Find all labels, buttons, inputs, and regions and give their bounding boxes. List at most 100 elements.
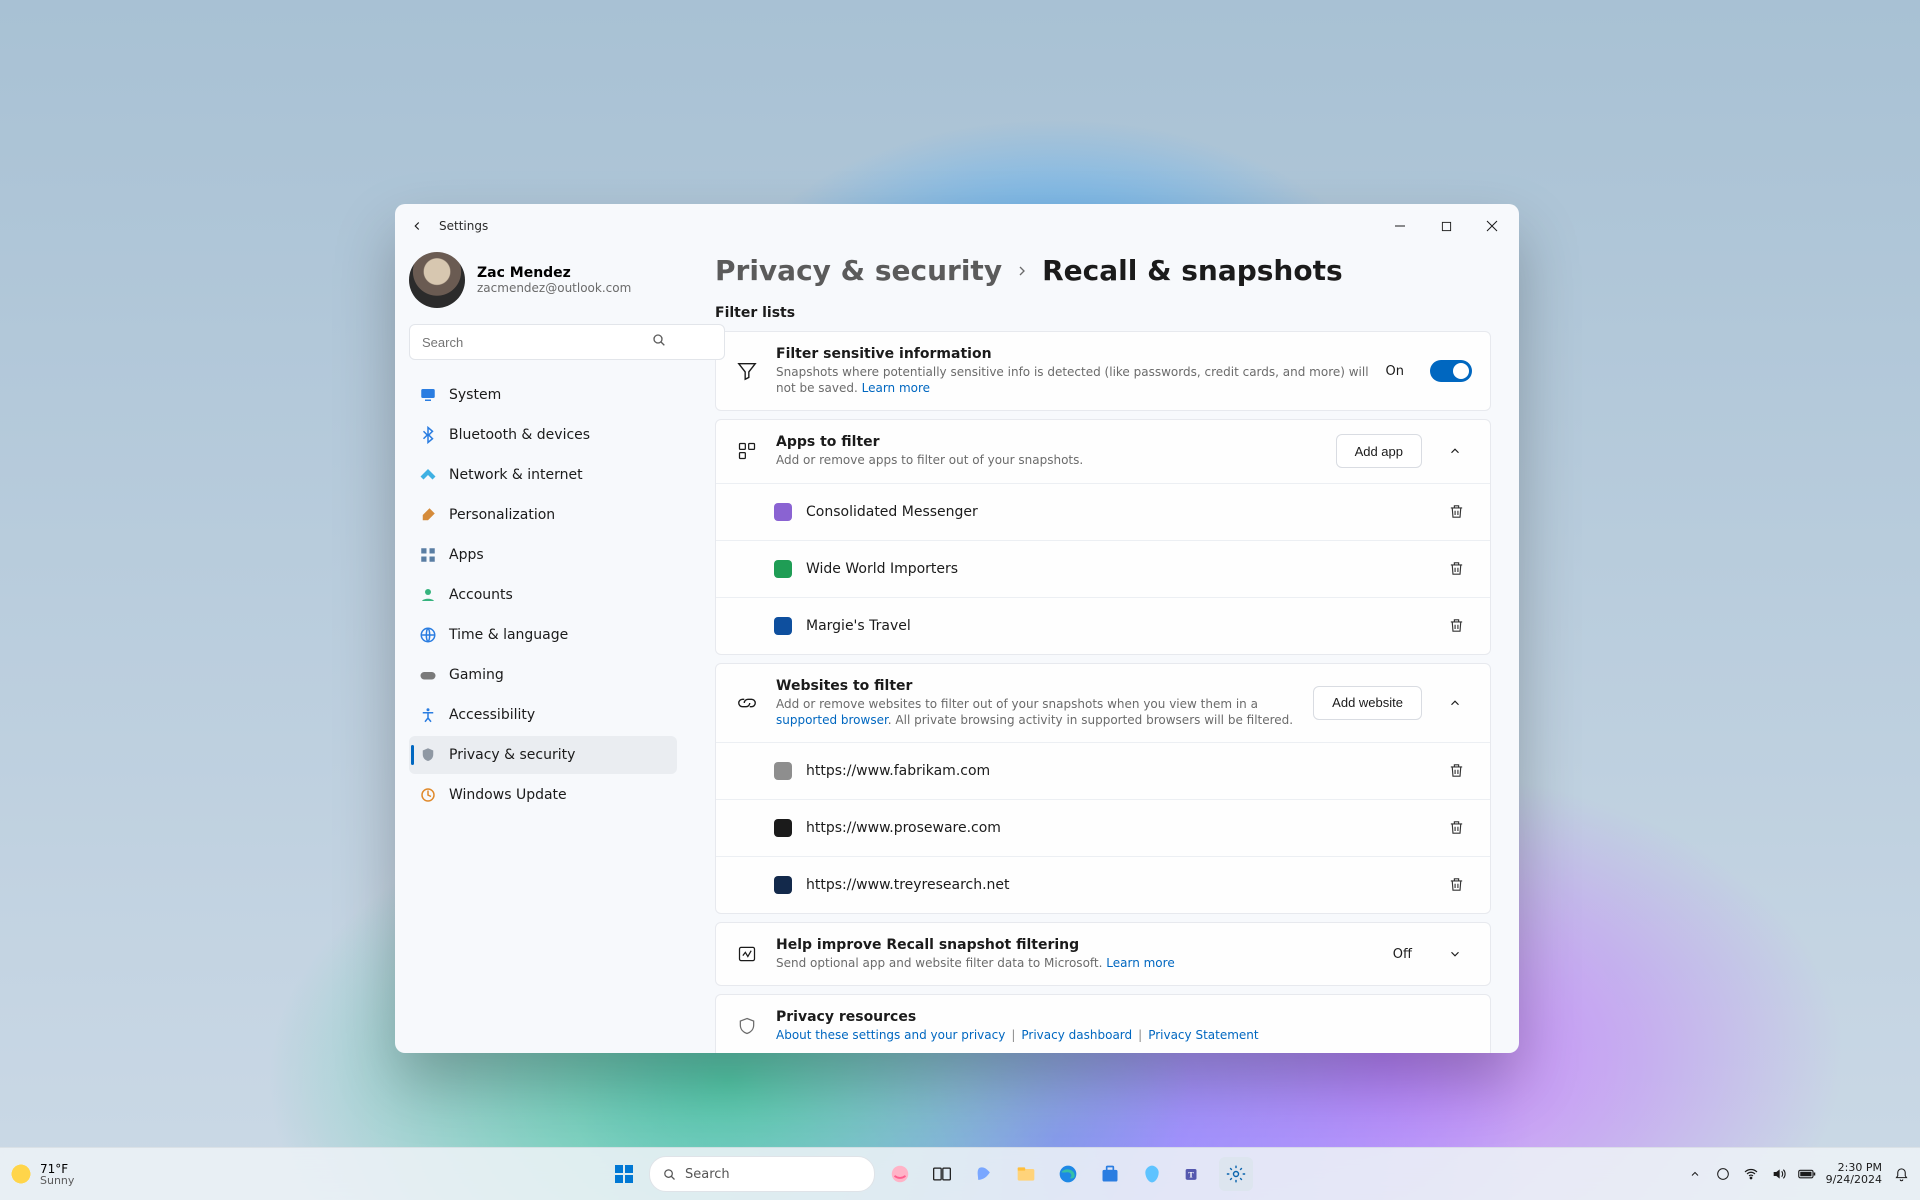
accessibility-icon — [419, 706, 437, 724]
sidebar-item-accessibility[interactable]: Accessibility — [409, 696, 677, 734]
list-item: Consolidated Messenger — [716, 483, 1490, 540]
taskbar-search[interactable]: Search — [649, 1156, 875, 1192]
wifi-icon — [419, 466, 437, 484]
sidebar-item-apps[interactable]: Apps — [409, 536, 677, 574]
filter-icon — [734, 360, 760, 382]
delete-button[interactable] — [1440, 812, 1472, 844]
profile[interactable]: Zac Mendez zacmendez@outlook.com — [409, 248, 677, 320]
copilot-app-icon[interactable] — [1135, 1157, 1169, 1191]
minimize-button[interactable] — [1377, 208, 1423, 244]
search-input[interactable] — [409, 324, 725, 360]
privacy-link[interactable]: Privacy Statement — [1148, 1028, 1258, 1042]
nav: System Bluetooth & devices Network & inter… — [409, 376, 677, 814]
delete-button[interactable] — [1440, 755, 1472, 787]
collapse-button[interactable] — [1438, 434, 1472, 468]
wifi-icon[interactable] — [1742, 1165, 1760, 1183]
delete-button[interactable] — [1440, 496, 1472, 528]
expand-button[interactable] — [1438, 937, 1472, 971]
list-item: Wide World Importers — [716, 540, 1490, 597]
privacy-link[interactable]: About these settings and your privacy — [776, 1028, 1005, 1042]
toggle-filter-sensitive[interactable] — [1430, 360, 1472, 382]
titlebar: Settings — [395, 204, 1519, 248]
shield-icon — [419, 746, 437, 764]
back-button[interactable] — [399, 208, 435, 244]
privacy-links: About these settings and your privacy|Pr… — [776, 1027, 1472, 1043]
collapse-button[interactable] — [1438, 686, 1472, 720]
delete-button[interactable] — [1440, 610, 1472, 642]
copilot-icon[interactable] — [967, 1157, 1001, 1191]
globe-icon — [419, 626, 437, 644]
learn-more-link[interactable]: Learn more — [862, 381, 930, 395]
sidebar-item-privacy-security[interactable]: Privacy & security — [409, 736, 677, 774]
app-name: Consolidated Messenger — [806, 504, 1426, 520]
avatar — [409, 252, 465, 308]
breadcrumb-leaf: Recall & snapshots — [1042, 254, 1343, 287]
brush-icon — [419, 506, 437, 524]
clock[interactable]: 2:30 PM 9/24/2024 — [1826, 1162, 1882, 1186]
sidebar-item-accounts[interactable]: Accounts — [409, 576, 677, 614]
delete-button[interactable] — [1440, 869, 1472, 901]
sidebar-item-label: Accounts — [449, 587, 513, 603]
tray-chevron-icon[interactable] — [1686, 1165, 1704, 1183]
sidebar-item-label: Accessibility — [449, 707, 535, 723]
sidebar-item-gaming[interactable]: Gaming — [409, 656, 677, 694]
sidebar-item-time-language[interactable]: Time & language — [409, 616, 677, 654]
sidebar-item-system[interactable]: System — [409, 376, 677, 414]
list-item: https://www.proseware.com — [716, 799, 1490, 856]
battery-icon[interactable] — [1798, 1165, 1816, 1183]
sidebar-item-network-internet[interactable]: Network & internet — [409, 456, 677, 494]
sidebar-item-personalization[interactable]: Personalization — [409, 496, 677, 534]
profile-email: zacmendez@outlook.com — [477, 281, 631, 295]
search-box[interactable] — [409, 324, 677, 360]
edge-icon[interactable] — [1051, 1157, 1085, 1191]
copilot-tray-icon[interactable] — [1714, 1165, 1732, 1183]
search-highlight-icon[interactable] — [883, 1157, 917, 1191]
sun-icon — [10, 1163, 32, 1185]
section-title: Filter lists — [715, 305, 1491, 321]
add-website-button[interactable]: Add website — [1313, 686, 1422, 720]
apps-icon — [734, 441, 760, 461]
breadcrumb: Privacy & security Recall & snapshots — [715, 254, 1491, 287]
close-button[interactable] — [1469, 208, 1515, 244]
add-app-button[interactable]: Add app — [1336, 434, 1422, 468]
list-item: Margie's Travel — [716, 597, 1490, 654]
site-url: https://www.proseware.com — [806, 820, 1426, 836]
card-privacy-resources: Privacy resources About these settings a… — [715, 994, 1491, 1053]
link-icon — [734, 692, 760, 714]
privacy-link[interactable]: Privacy dashboard — [1021, 1028, 1132, 1042]
store-icon[interactable] — [1093, 1157, 1127, 1191]
card-websites-filter: Websites to filter Add or remove website… — [715, 663, 1491, 914]
sidebar-item-label: System — [449, 387, 501, 403]
explorer-icon[interactable] — [1009, 1157, 1043, 1191]
notifications-icon[interactable] — [1892, 1165, 1910, 1183]
teams-icon[interactable]: T — [1177, 1157, 1211, 1191]
sidebar-item-windows-update[interactable]: Windows Update — [409, 776, 677, 814]
settings-icon[interactable] — [1219, 1157, 1253, 1191]
card-help-improve[interactable]: Help improve Recall snapshot filtering S… — [715, 922, 1491, 986]
list-item: https://www.treyresearch.net — [716, 856, 1490, 913]
sidebar-item-label: Personalization — [449, 507, 555, 523]
breadcrumb-root[interactable]: Privacy & security — [715, 254, 1002, 287]
start-button[interactable] — [607, 1157, 641, 1191]
sidebar-item-label: Bluetooth & devices — [449, 427, 590, 443]
site-icon — [774, 876, 792, 894]
supported-browser-link[interactable]: supported browser — [776, 713, 888, 727]
app-icon — [774, 503, 792, 521]
windows-icon — [615, 1165, 633, 1183]
sidebar-item-bluetooth-devices[interactable]: Bluetooth & devices — [409, 416, 677, 454]
sidebar-item-label: Time & language — [449, 627, 568, 643]
volume-icon[interactable] — [1770, 1165, 1788, 1183]
weather-widget[interactable]: 71°F Sunny — [10, 1163, 74, 1186]
learn-more-link[interactable]: Learn more — [1106, 956, 1174, 970]
site-icon — [774, 819, 792, 837]
settings-window: Settings Zac Mendez zacmendez@outlook.co… — [395, 204, 1519, 1053]
search-icon — [651, 332, 667, 348]
shield-icon — [734, 1016, 760, 1036]
sidebar: Zac Mendez zacmendez@outlook.com System B… — [395, 248, 687, 1053]
task-view-button[interactable] — [925, 1157, 959, 1191]
app-name: Margie's Travel — [806, 618, 1426, 634]
delete-button[interactable] — [1440, 553, 1472, 585]
maximize-button[interactable] — [1423, 208, 1469, 244]
site-icon — [774, 762, 792, 780]
site-url: https://www.fabrikam.com — [806, 763, 1426, 779]
